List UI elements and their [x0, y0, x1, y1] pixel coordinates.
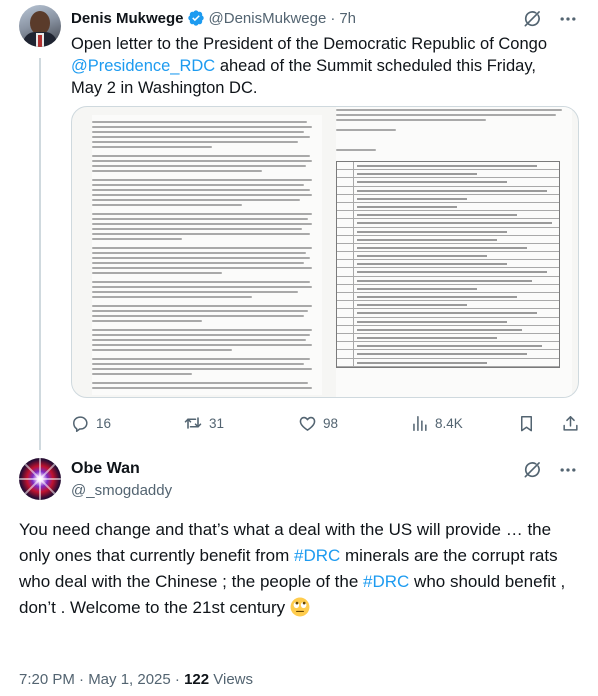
parent-tweet[interactable]: Denis Mukwege @DenisMukwege · 7h Open le…	[0, 0, 598, 450]
views-button[interactable]: 8.4K	[410, 413, 463, 433]
views-label: Views	[209, 671, 254, 688]
tweet-text-line: Open letter to the President of the Demo…	[71, 35, 548, 53]
handle[interactable]: @_smogdaddy	[71, 482, 172, 499]
document-page-right	[336, 107, 572, 397]
grok-icon[interactable]	[522, 9, 542, 29]
handle[interactable]: @DenisMukwege	[209, 10, 327, 27]
reply-icon	[71, 414, 90, 433]
views-count: 8.4K	[435, 415, 463, 431]
like-button[interactable]: 98	[298, 413, 338, 433]
display-name[interactable]: Obe Wan	[71, 460, 140, 477]
rolling-eyes-emoji-icon	[290, 597, 310, 617]
tweet-time[interactable]: 7h	[339, 10, 356, 27]
tweet-text: Open letter to the President of the Demo…	[71, 33, 583, 99]
grok-icon[interactable]	[522, 460, 542, 480]
like-count: 98	[323, 415, 339, 431]
tweet-text-line: May 2 in Washington DC.	[71, 79, 258, 97]
tweet-header: Denis Mukwege @DenisMukwege · 7h	[71, 8, 356, 28]
heart-icon	[298, 414, 317, 433]
separator-dot: ·	[330, 9, 336, 27]
reply-text: You need change and that’s what a deal w…	[19, 517, 581, 621]
signatories-table	[336, 161, 560, 368]
reply-header: Obe Wan	[71, 460, 140, 478]
more-options-icon[interactable]	[558, 9, 578, 29]
thread-connector-line	[39, 58, 41, 450]
bookmark-icon	[517, 414, 536, 433]
reply-meta: 7:20 PM · May 1, 2025 · 122 Views	[19, 671, 253, 688]
document-page-left	[92, 115, 322, 395]
more-options-icon[interactable]	[558, 460, 578, 480]
avatar[interactable]	[19, 5, 61, 47]
reply-count: 16	[96, 415, 112, 431]
display-name[interactable]: Denis Mukwege	[71, 10, 184, 27]
views-count: 122	[184, 671, 210, 688]
bookmark-button[interactable]	[517, 413, 536, 433]
reply-button[interactable]: 16	[71, 413, 111, 433]
tweet-text-line: ahead of the Summit scheduled this Frida…	[215, 57, 536, 75]
attached-document-image[interactable]	[71, 106, 579, 398]
views-chart-icon	[410, 414, 429, 433]
tweet-actions-bar: 16 31 98 8.4K	[71, 413, 587, 433]
reply-top-actions	[522, 460, 578, 480]
repost-icon	[183, 413, 203, 433]
mention-link[interactable]: @Presidence_RDC	[71, 57, 215, 75]
hashtag-link[interactable]: #DRC	[294, 546, 340, 565]
avatar[interactable]	[19, 458, 61, 500]
share-icon	[561, 414, 580, 433]
tweet-top-actions	[522, 9, 578, 29]
repost-button[interactable]: 31	[183, 413, 224, 433]
verified-badge-icon[interactable]	[187, 9, 205, 27]
repost-count: 31	[209, 415, 225, 431]
timestamp[interactable]: 7:20 PM · May 1, 2025 ·	[19, 671, 184, 688]
share-button[interactable]	[561, 413, 580, 433]
hashtag-link[interactable]: #DRC	[363, 572, 409, 591]
